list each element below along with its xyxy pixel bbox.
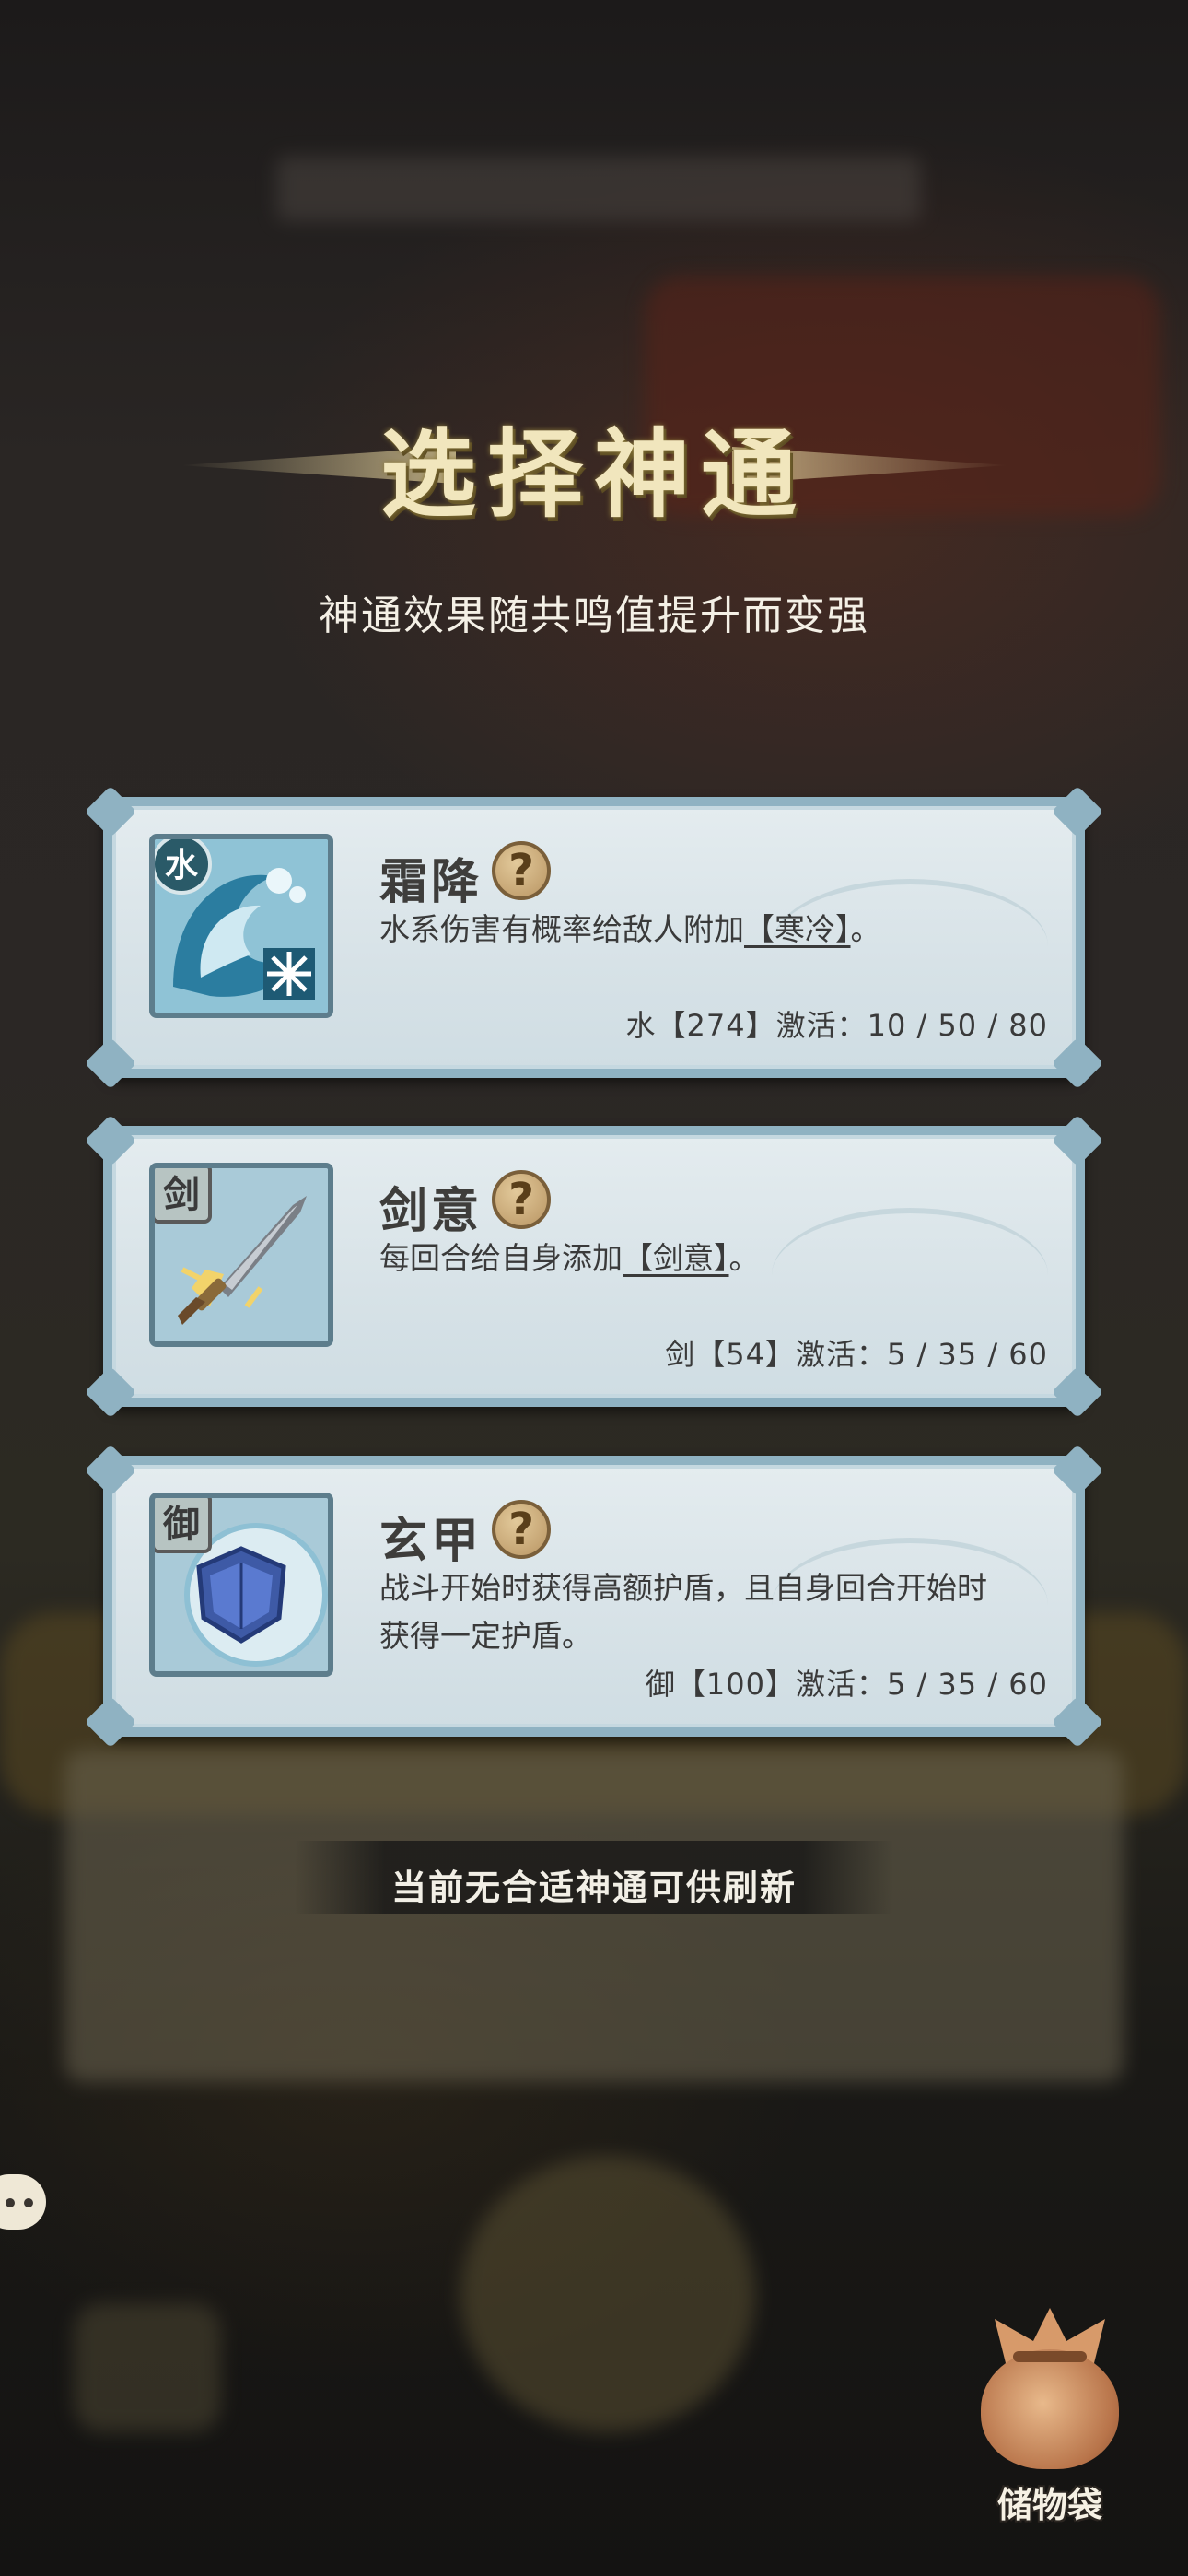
status-link-sword-intent[interactable]: 【剑意】 [623, 1240, 729, 1276]
skill-description: 水系伤害有概率给敌人附加【寒冷】。 [379, 906, 1042, 954]
element-tag-sword: 剑 [155, 1168, 212, 1224]
activation-info: 剑【54】激活：5 / 35 / 60 [665, 1337, 1048, 1372]
help-button[interactable]: ? [492, 841, 551, 900]
bag-icon [981, 2349, 1119, 2469]
shield-icon: 御 [149, 1493, 333, 1677]
storage-bag-button[interactable]: 储物袋 [958, 2294, 1142, 2534]
background-banner [276, 157, 921, 221]
skill-description: 战斗开始时获得高额护盾，且自身回合开始时获得一定护盾。 [379, 1570, 987, 1654]
background-circle [460, 2156, 755, 2432]
storage-bag-label: 储物袋 [996, 2485, 1102, 2525]
activation-info: 水【274】激活：10 / 50 / 80 [625, 1008, 1048, 1043]
desc-text: 。 [728, 1240, 760, 1276]
skill-name: 剑意 [379, 1183, 483, 1239]
help-button[interactable]: ? [492, 1500, 551, 1559]
skill-name: 霜降 [379, 854, 483, 910]
activation-info: 御【100】激活：5 / 35 / 60 [645, 1667, 1048, 1702]
desc-text: 。 [850, 911, 881, 947]
background-board [64, 1751, 1124, 2082]
title-banner: 选择神通 [0, 396, 1188, 531]
page-title: 选择神通 [379, 417, 808, 531]
skill-description: 每回合给自身添加【剑意】。 [379, 1235, 1042, 1282]
card-corner [1051, 1036, 1104, 1090]
page-subtitle: 神通效果随共鸣值提升而变强 [319, 592, 869, 639]
status-link-cold[interactable]: 【寒冷】 [744, 911, 851, 947]
card-corner [84, 1036, 137, 1090]
element-tag-defense: 御 [155, 1498, 212, 1553]
desc-text: 每回合给自身添加 [379, 1240, 623, 1276]
skill-name: 玄甲 [379, 1513, 483, 1569]
background-back-arrow [74, 2303, 221, 2432]
bag-icon-tie [1013, 2351, 1087, 2362]
sword-icon: 剑 [149, 1163, 333, 1347]
element-tag-water: 水 [155, 839, 212, 895]
card-corner [84, 1365, 137, 1419]
chat-bubble-icon[interactable] [0, 2174, 46, 2230]
desc-text: 水系伤害有概率给敌人附加 [379, 911, 744, 947]
skill-card-dark-armor[interactable]: 御 玄甲 ? 战斗开始时获得高额护盾，且自身回合开始时获得一定护盾。 御【100… [84, 1456, 1104, 1749]
water-wave-icon: 水 [149, 834, 333, 1018]
skill-card-frost[interactable]: 水 霜降 ? 水系伤害有概率给敌人附加【寒冷】。 水【274】激活：10 / 5… [84, 797, 1104, 1090]
help-button[interactable]: ? [492, 1170, 551, 1229]
skill-card-sword-intent[interactable]: 剑 剑意 ? 每回合给自身添加【剑意】。 剑【54】激活：5 / 35 / 60 [84, 1126, 1104, 1419]
refresh-status-text: 当前无合适神通可供刷新 [390, 1868, 797, 1908]
card-corner [1051, 1365, 1104, 1419]
